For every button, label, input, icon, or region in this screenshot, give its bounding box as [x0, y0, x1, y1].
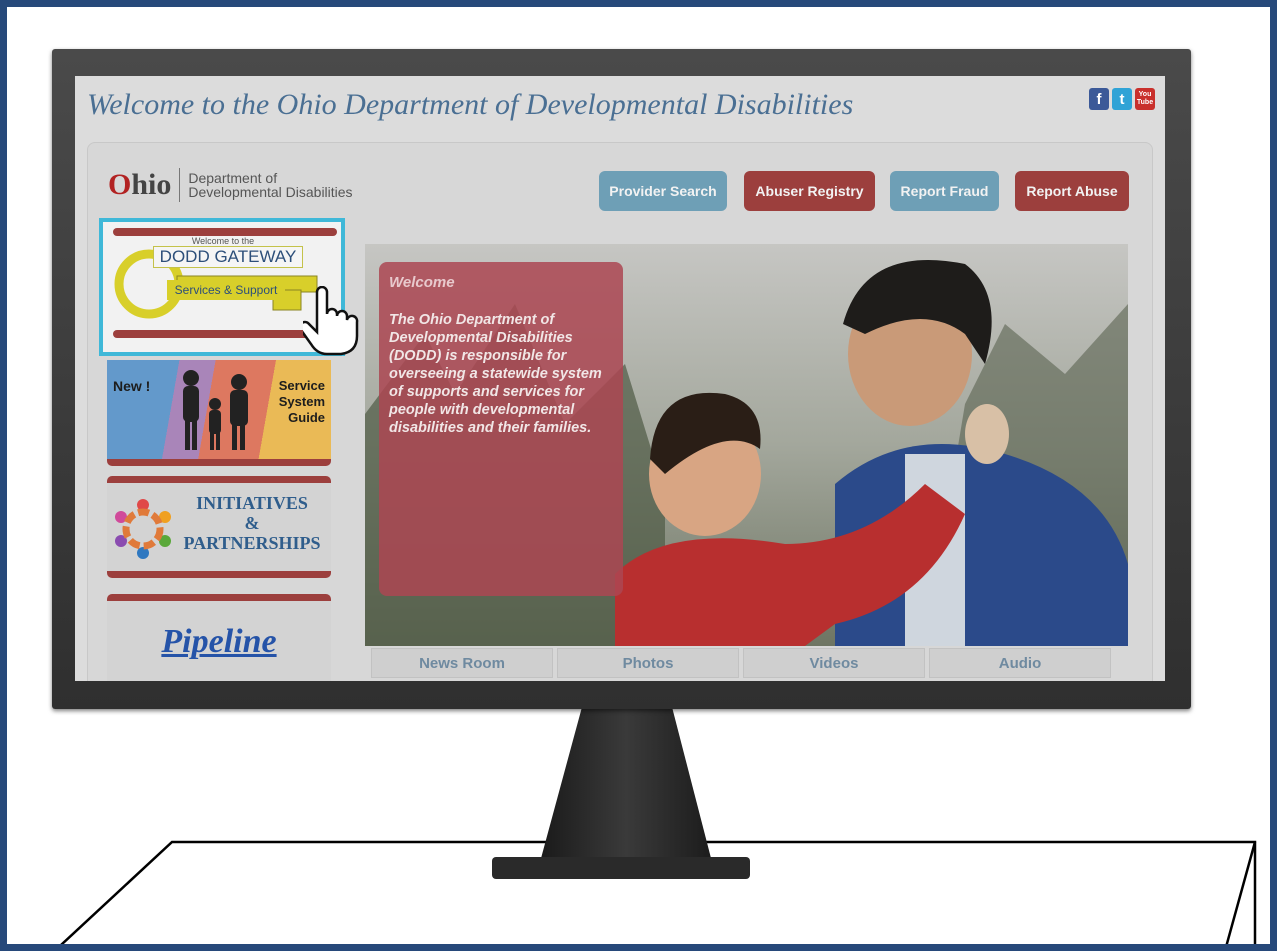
guide-new-badge: New ! — [113, 378, 151, 394]
logo-department-name: Department of Developmental Disabilities — [188, 171, 352, 199]
family-silhouette-icon — [183, 370, 248, 450]
initiatives-line2: & — [244, 513, 260, 533]
abuser-registry-button[interactable]: Abuser Registry — [744, 171, 875, 211]
site-title: Welcome to the Ohio Department of Develo… — [87, 88, 854, 121]
pipeline-tile[interactable]: Pipeline — [107, 594, 331, 681]
youtube-icon[interactable]: You Tube — [1135, 88, 1155, 110]
ohio-wordmark: Ohio — [108, 168, 171, 202]
dodd-gateway-tile[interactable]: Welcome to the DODD GATEWAY Services & S… — [99, 218, 359, 356]
initiatives-line1: INITIATIVES — [196, 493, 308, 513]
welcome-text: The Ohio Department of Developmental Dis… — [389, 312, 602, 436]
people-circle-icon — [115, 499, 171, 559]
social-links: f t You Tube — [1089, 88, 1155, 110]
guide-title-line3: Guide — [288, 410, 325, 425]
twitter-icon[interactable]: t — [1112, 88, 1132, 110]
ohio-wordmark-rest: hio — [131, 168, 172, 201]
tab-videos[interactable]: Videos — [743, 648, 925, 678]
logo-dept-line2: Developmental Disabilities — [188, 184, 353, 200]
initiatives-title: INITIATIVES & PARTNERSHIPS — [177, 493, 327, 553]
gateway-title: DODD GATEWAY — [153, 246, 303, 268]
ohio-wordmark-o: O — [108, 168, 132, 201]
report-fraud-button[interactable]: Report Fraud — [890, 171, 999, 211]
ohio-dodd-logo[interactable]: Ohio Department of Developmental Disabil… — [108, 168, 353, 202]
report-abuse-button[interactable]: Report Abuse — [1015, 171, 1129, 211]
media-tabs: News Room Photos Videos Audio — [371, 648, 1131, 678]
logo-dept-line1: Department of — [188, 170, 278, 186]
welcome-overlay: Welcome The Ohio Department of Developme… — [379, 262, 623, 596]
tab-news-room[interactable]: News Room — [371, 648, 553, 678]
guide-title-line2: System — [278, 394, 325, 409]
monitor: Welcome to the Ohio Department of Develo… — [52, 49, 1191, 709]
facebook-icon[interactable]: f — [1089, 88, 1109, 110]
service-system-guide-tile[interactable]: New ! Service System Guide — [107, 360, 331, 466]
gateway-kicker: Welcome to the — [191, 236, 255, 246]
guide-title: Service System Guide — [279, 378, 325, 426]
initiatives-partnerships-tile[interactable]: INITIATIVES & PARTNERSHIPS — [107, 476, 331, 578]
tile-top-bar — [113, 228, 337, 236]
welcome-title: Welcome — [389, 274, 455, 291]
pipeline-logo: Pipeline — [161, 623, 277, 660]
logo-divider — [179, 168, 181, 202]
youtube-icon-label: You Tube — [1136, 91, 1154, 106]
illustration-frame: Welcome to the Ohio Department of Develo… — [0, 0, 1277, 951]
provider-search-button[interactable]: Provider Search — [599, 171, 727, 211]
guide-title-line1: Service — [278, 378, 325, 393]
gateway-subtitle: Services & Support — [167, 280, 285, 300]
tab-audio[interactable]: Audio — [929, 648, 1111, 678]
initiatives-line3: PARTNERSHIPS — [183, 533, 321, 553]
browser-screen: Welcome to the Ohio Department of Develo… — [75, 76, 1165, 681]
tab-photos[interactable]: Photos — [557, 648, 739, 678]
pointer-hand-icon — [303, 286, 359, 356]
